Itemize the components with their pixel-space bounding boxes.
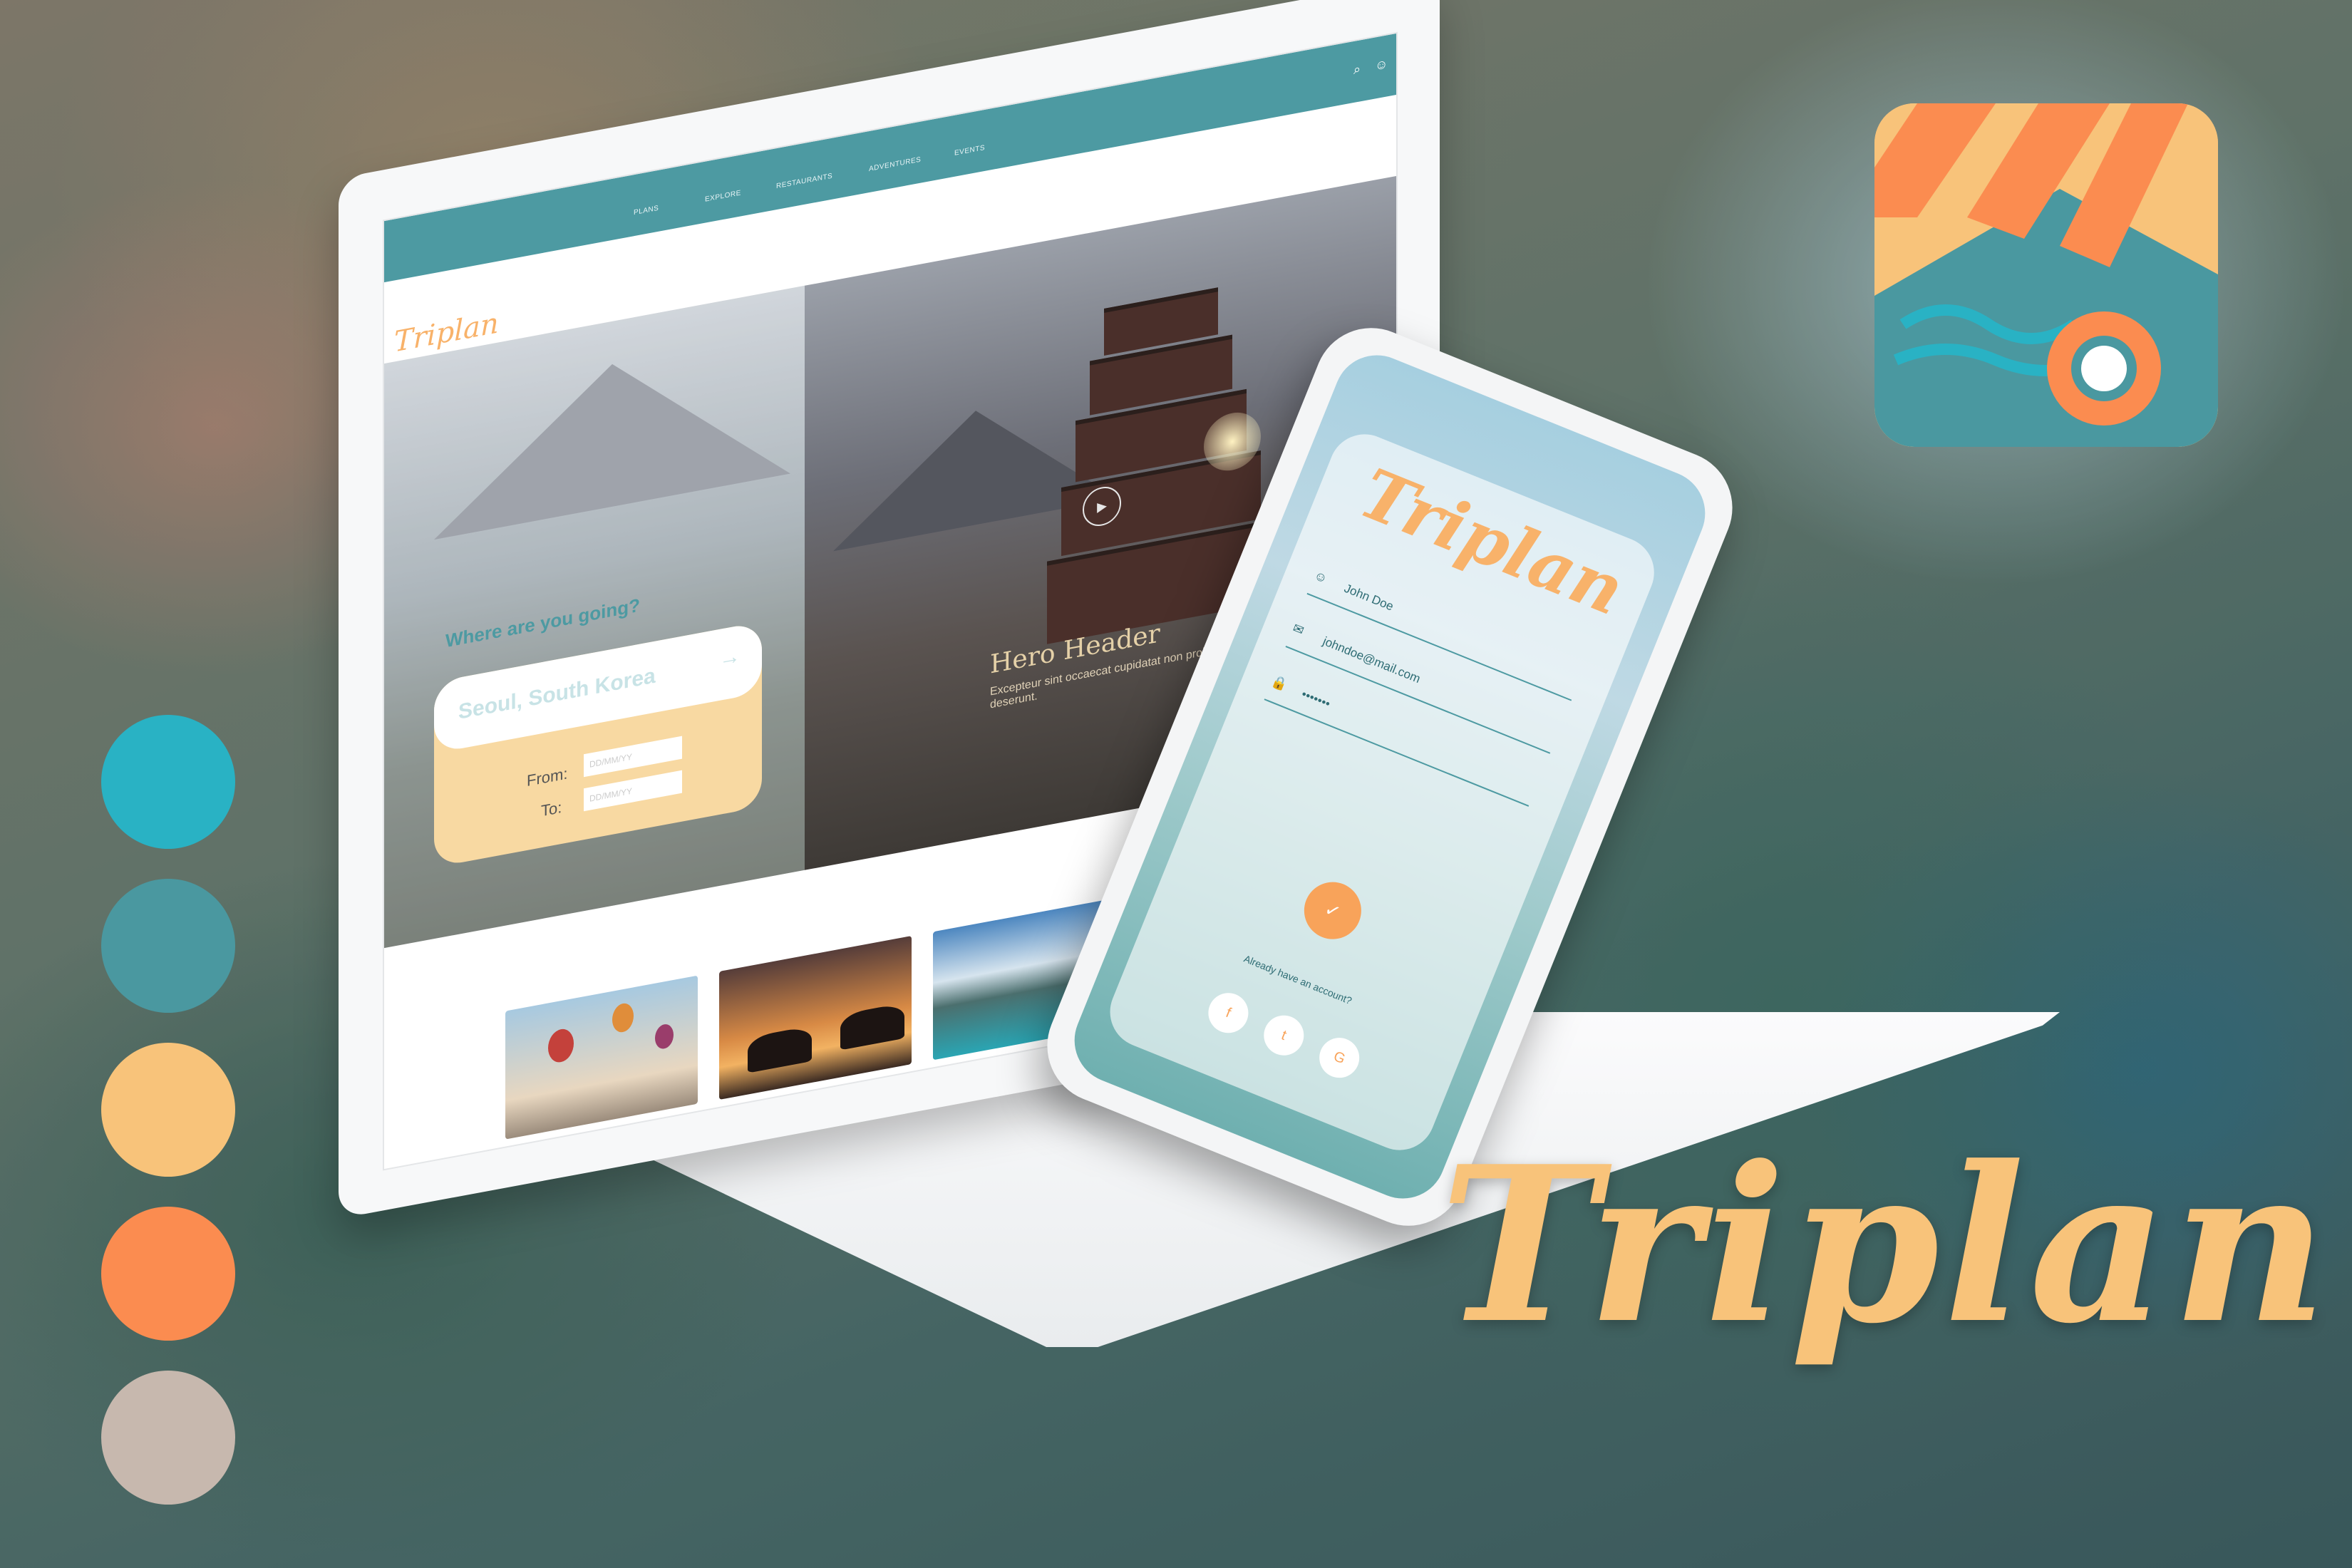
search-icon[interactable]: ⌕: [1353, 61, 1361, 78]
arrow-right-icon[interactable]: →: [719, 644, 741, 672]
to-label: To:: [541, 798, 562, 820]
nav-item-events[interactable]: EVENTS: [954, 144, 985, 158]
nav-item-restaurants[interactable]: RESTAURANTS: [776, 172, 832, 191]
twitter-icon[interactable]: t: [1257, 1009, 1310, 1062]
swatch-dark-teal: [101, 879, 235, 1013]
account-text[interactable]: Already have an account?: [1242, 953, 1353, 1006]
app-icon: [1874, 103, 2218, 447]
camel-silhouette: [840, 1002, 904, 1051]
hero-left-panel: Where are you going? Seoul, South Korea …: [384, 285, 805, 949]
name-value: John Doe: [1342, 581, 1396, 614]
camel-silhouette: [748, 1025, 812, 1073]
email-value: johndoe@mail.com: [1321, 634, 1423, 686]
google-icon[interactable]: G: [1313, 1031, 1366, 1084]
luggage-tag-icon: [1874, 103, 2218, 447]
brand-wordmark: Triplan: [1440, 1119, 2332, 1371]
check-icon: ✓: [1321, 897, 1344, 924]
user-icon[interactable]: ☺: [1375, 56, 1388, 73]
facebook-icon[interactable]: f: [1202, 986, 1254, 1039]
swatch-sand: [101, 1043, 235, 1177]
balloon-shape: [655, 1022, 674, 1051]
destination-value: Seoul, South Korea: [458, 664, 656, 724]
mail-icon: ✉: [1291, 620, 1306, 638]
balloon-shape: [612, 1001, 634, 1034]
user-icon: ☺: [1312, 567, 1330, 587]
to-date-input[interactable]: DD/MM/YY: [584, 770, 682, 812]
gallery-camels[interactable]: [719, 935, 912, 1100]
from-label: From:: [527, 764, 568, 790]
balloon-shape: [548, 1026, 574, 1065]
nav-item-explore[interactable]: EXPLORE: [705, 189, 741, 203]
swatch-taupe: [101, 1371, 235, 1505]
nav-item-adventures[interactable]: ADVENTURES: [869, 156, 921, 174]
gallery-balloons[interactable]: [505, 975, 698, 1140]
nav-item-plans[interactable]: PLANS: [634, 205, 659, 217]
lock-icon: 🔒: [1269, 673, 1290, 693]
submit-button[interactable]: ✓: [1295, 873, 1370, 948]
from-date-input[interactable]: DD/MM/YY: [584, 736, 682, 778]
swatch-teal: [101, 715, 235, 849]
password-value: •••••••: [1299, 687, 1333, 711]
swatch-orange: [101, 1207, 235, 1341]
